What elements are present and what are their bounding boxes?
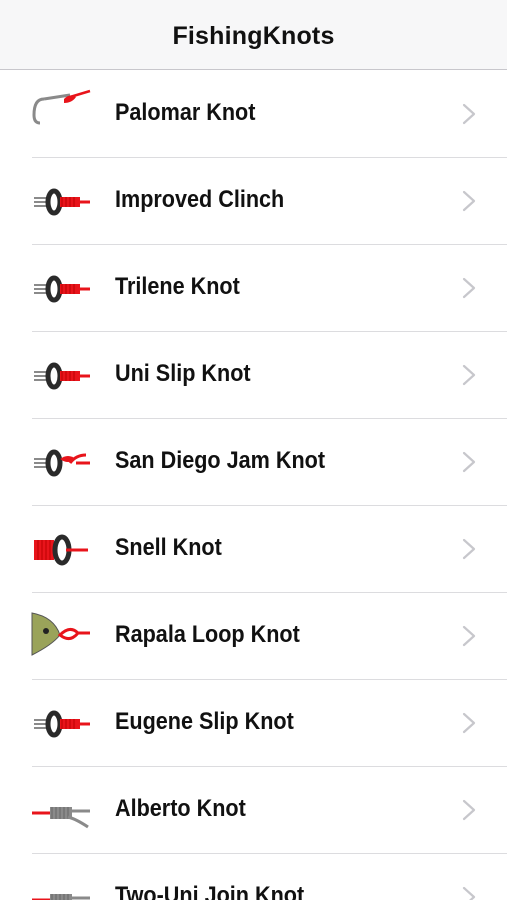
list-item-label: Improved Clinch [115, 186, 285, 213]
list-item-label: Alberto Knot [115, 795, 246, 822]
line-join-icon [30, 781, 92, 839]
knot-list[interactable]: Palomar Knot Improved Clinch Trilene Kno… [0, 71, 507, 900]
chevron-right-icon [459, 364, 479, 386]
list-item[interactable]: Trilene Knot [0, 245, 507, 332]
chevron-right-icon [459, 190, 479, 212]
list-item-label: Trilene Knot [115, 273, 240, 300]
chevron-right-icon [459, 799, 479, 821]
hook-knot-icon [30, 85, 92, 143]
navigation-bar: FishingKnots [0, 0, 507, 70]
line-join-icon [30, 868, 92, 900]
eye-clinch-icon [30, 694, 92, 752]
snell-ring-icon [30, 520, 92, 578]
list-item-label: San Diego Jam Knot [115, 447, 326, 474]
eye-clinch-icon [30, 259, 92, 317]
chevron-right-icon [459, 538, 479, 560]
chevron-right-icon [459, 886, 479, 900]
list-item-label: Palomar Knot [115, 99, 256, 126]
eye-clinch-icon [30, 172, 92, 230]
list-item-label: Eugene Slip Knot [115, 708, 294, 735]
list-item[interactable]: Palomar Knot [0, 71, 507, 158]
list-item-label: Snell Knot [115, 534, 222, 561]
chevron-right-icon [459, 451, 479, 473]
chevron-right-icon [459, 277, 479, 299]
chevron-right-icon [459, 103, 479, 125]
page-title: FishingKnots [172, 22, 335, 50]
list-item[interactable]: Uni Slip Knot [0, 332, 507, 419]
list-item-label: Uni Slip Knot [115, 360, 251, 387]
lure-loop-icon [30, 607, 92, 665]
list-item-label: Rapala Loop Knot [115, 621, 300, 648]
list-item[interactable]: San Diego Jam Knot [0, 419, 507, 506]
chevron-right-icon [459, 625, 479, 647]
chevron-right-icon [459, 712, 479, 734]
list-item[interactable]: Two-Uni Join Knot [0, 854, 507, 900]
eye-clinch-icon [30, 346, 92, 404]
list-item[interactable]: Snell Knot [0, 506, 507, 593]
list-item[interactable]: Improved Clinch [0, 158, 507, 245]
list-item-label: Two-Uni Join Knot [115, 882, 305, 900]
list-item[interactable]: Rapala Loop Knot [0, 593, 507, 680]
eye-jam-icon [30, 433, 92, 491]
list-item[interactable]: Alberto Knot [0, 767, 507, 854]
list-item[interactable]: Eugene Slip Knot [0, 680, 507, 767]
